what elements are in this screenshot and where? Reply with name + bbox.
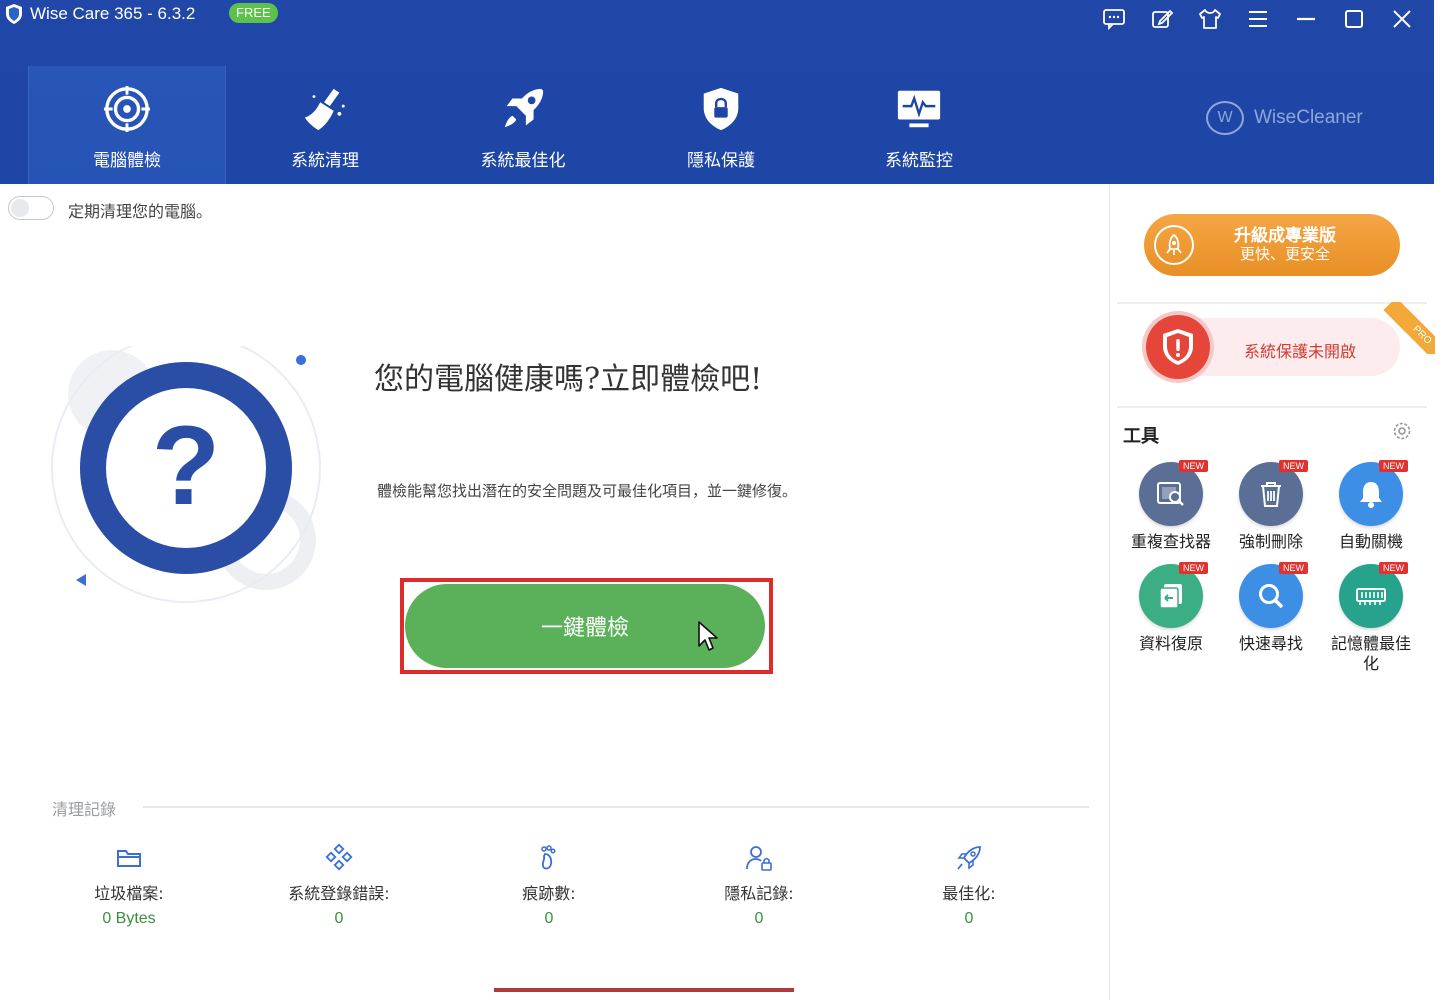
record-label: 痕跡數: [522, 884, 576, 903]
nav-system-optimize[interactable]: 系統最佳化 [424, 66, 622, 184]
record-label: 隱私記錄: [724, 884, 794, 903]
tool-label: 記憶體最佳化 [1330, 634, 1411, 673]
scroll-indicator [494, 988, 794, 992]
title-bar: Wise Care 365 - 6.3.2 FREE [0, 0, 1434, 34]
upgrade-text: 升級成專業版 更快、更安全 [1234, 226, 1336, 264]
pro-badge: PRO [1383, 302, 1435, 354]
app-shield-icon [6, 4, 22, 24]
tools-title: 工具 [1123, 426, 1159, 447]
close-icon[interactable] [1388, 6, 1416, 32]
tool-auto-shutdown[interactable]: NEW 自動關機 [1321, 460, 1421, 552]
tool-memory-optimize[interactable]: NEW 記憶體最佳化 [1321, 562, 1421, 674]
record-junk-files: 垃圾檔案: 0 Bytes [24, 844, 234, 928]
maximize-icon[interactable] [1340, 6, 1368, 32]
main-nav: 電腦體檢 系統清理 系統最佳化 隱私保護 系統監控 [28, 66, 1018, 184]
free-badge: FREE [229, 3, 278, 23]
record-value: 0 [544, 910, 554, 927]
record-optimization: 最佳化: 0 [864, 844, 1074, 928]
divider [1117, 302, 1427, 304]
record-value: 0 Bytes [102, 910, 156, 927]
record-label: 最佳化: [942, 884, 996, 903]
skin-icon[interactable] [1196, 6, 1224, 32]
schedule-label: 定期清理您的電腦。 [68, 202, 213, 221]
record-value: 0 [754, 910, 764, 927]
nav-label: 系統清理 [291, 151, 359, 171]
tool-label: 資料復原 [1138, 634, 1203, 653]
tool-label: 快速尋找 [1238, 634, 1303, 653]
wisecleaner-brand[interactable]: W WiseCleaner [1206, 101, 1363, 135]
tools-grid: NEW 重複查找器 NEW 強制刪除 NEW 自動關機 NEW 資料復原 NEW… [1121, 460, 1421, 674]
schedule-toggle[interactable] [8, 196, 54, 220]
wisecleaner-logo: W [1206, 101, 1244, 135]
record-label: 系統登錄錯誤: [288, 884, 390, 903]
record-value: 0 [334, 910, 344, 927]
new-badge: NEW [1379, 562, 1408, 574]
tool-label: 重複查找器 [1130, 532, 1211, 551]
menu-icon[interactable] [1244, 6, 1272, 32]
upgrade-line1: 升級成專業版 [1234, 226, 1336, 245]
health-description: 體檢能幫您找出潛在的安全問題及可最佳化項目，並一鍵修復。 [377, 482, 798, 500]
right-sidebar: 升級成專業版 更快、更安全 系統保護未開啟 PRO 工具 NEW 重複查找器 N… [1111, 184, 1435, 1000]
record-traces: 痕跡數: 0 [444, 844, 654, 928]
record-privacy: 隱私記錄: 0 [654, 844, 864, 928]
brand-name: WiseCleaner [1254, 107, 1363, 128]
protection-status[interactable]: 系統保護未開啟 [1146, 315, 1400, 379]
minimize-icon[interactable] [1292, 6, 1320, 32]
record-value: 0 [964, 910, 974, 927]
divider [1117, 406, 1427, 408]
records-title: 清理記錄 [52, 800, 117, 819]
nav-system-monitor[interactable]: 系統監控 [820, 66, 1018, 184]
new-badge: NEW [1379, 460, 1408, 472]
tool-data-recovery[interactable]: NEW 資料復原 [1121, 562, 1221, 674]
warning-shield-icon [1146, 315, 1210, 379]
user-lock-icon [745, 844, 773, 872]
nav-label: 系統最佳化 [480, 151, 566, 171]
svg-text:?: ? [152, 403, 220, 528]
new-badge: NEW [1279, 562, 1308, 574]
rocket-icon [499, 86, 547, 132]
footprint-icon [536, 844, 562, 872]
window-controls [1100, 6, 1416, 32]
feedback-icon[interactable] [1100, 6, 1128, 32]
record-label: 垃圾檔案: [94, 884, 164, 903]
question-illustration: ? [51, 346, 321, 603]
new-badge: NEW [1279, 460, 1308, 472]
tool-duplicate-finder[interactable]: NEW 重複查找器 [1121, 460, 1221, 552]
tool-label: 強制刪除 [1238, 532, 1303, 551]
main-panel: 定期清理您的電腦。 ? 您的電腦健康嗎?立即體檢吧! 體檢能幫您找出潛在的安全問… [0, 184, 1110, 1000]
protection-status-label: 系統保護未開啟 [1244, 342, 1357, 361]
privacy-shield-icon [697, 86, 745, 132]
records-divider [143, 806, 1089, 808]
nav-system-clean[interactable]: 系統清理 [226, 66, 424, 184]
record-registry-errors: 系統登錄錯誤: 0 [234, 844, 444, 928]
rocket-badge-icon [1154, 225, 1194, 265]
pro-ribbon: PRO [1383, 302, 1435, 354]
upgrade-pro-button[interactable]: 升級成專業版 更快、更安全 [1144, 214, 1400, 276]
nav-label: 電腦體檢 [93, 151, 161, 171]
nav-label: 隱私保護 [687, 151, 755, 171]
rocket-icon [955, 844, 983, 872]
nav-pc-checkup[interactable]: 電腦體檢 [28, 66, 226, 184]
health-title: 您的電腦健康嗎?立即體檢吧! [374, 362, 763, 397]
edit-icon[interactable] [1148, 6, 1176, 32]
new-badge: NEW [1179, 460, 1208, 472]
records-list: 垃圾檔案: 0 Bytes 系統登錄錯誤: 0 痕跡數: 0 隱私記錄: 0 最… [0, 844, 1080, 928]
nav-privacy-protect[interactable]: 隱私保護 [622, 66, 820, 184]
tool-label: 自動關機 [1338, 532, 1403, 551]
registry-icon [325, 844, 353, 872]
broom-icon [301, 86, 349, 132]
target-icon [103, 85, 151, 133]
gear-icon[interactable] [1391, 420, 1413, 442]
folder-icon [115, 844, 143, 872]
nav-label: 系統監控 [885, 151, 953, 171]
mouse-cursor-icon [698, 621, 718, 651]
tool-force-delete[interactable]: NEW 強制刪除 [1221, 460, 1321, 552]
monitor-icon [895, 86, 943, 132]
tool-quick-search[interactable]: NEW 快速尋找 [1221, 562, 1321, 674]
header: Wise Care 365 - 6.3.2 FREE 電腦體檢 系統清理 系統最… [0, 0, 1434, 184]
upgrade-line2: 更快、更安全 [1239, 246, 1330, 263]
app-title: Wise Care 365 - 6.3.2 [30, 4, 196, 23]
new-badge: NEW [1179, 562, 1208, 574]
